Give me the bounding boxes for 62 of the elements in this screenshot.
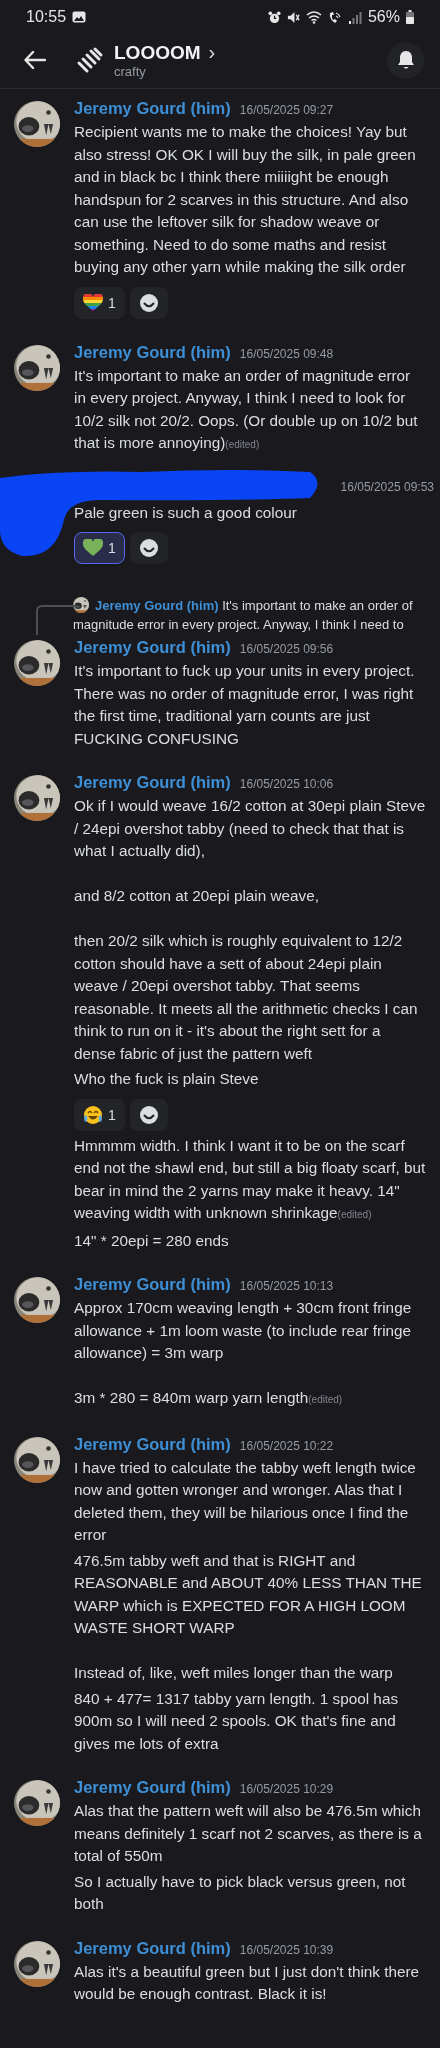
author-name[interactable]: Jeremy Gourd (him) [74,773,231,792]
timestamp: 16/05/2025 09:27 [239,103,334,117]
alarm-icon [267,10,281,24]
channel-title[interactable]: LOOOOM [114,41,201,64]
add-reaction-button[interactable] [129,1098,168,1131]
message-text: It's important to make an order of magnitude error in every project. Anyway, I think I need to look for 10/2 silk not 20/2. Oops. (Or double up on 10/2 but that is more annoying)(edited) [74,365,419,453]
timestamp: 16/05/2025 09:56 [239,642,334,656]
timestamp: 16/05/2025 10:06 [239,777,334,791]
timestamp: 16/05/2025 09:53 [340,479,434,494]
author-name[interactable]: Jeremy Gourd (him) [74,1434,231,1454]
reaction-button[interactable]: 1 [74,286,125,319]
message-text: 14" * 20epi = 280 ends [74,1230,230,1251]
back-arrow-icon [24,51,46,69]
timestamp: 16/05/2025 09:48 [239,346,334,361]
reply-connector [36,605,76,635]
timestamp: 16/05/2025 10:39 [239,1942,334,1957]
message-text: It's important to fuck up your units in every project. There was no order of magnitude error, I was right the first time, traditional yarn counts are just FUCKING CONFUSING [74,661,416,749]
message-text: Who the fuck is plain Steve [74,1069,260,1089]
spring-icon [76,46,104,74]
message-text: Alas it's a beautiful green but I just don't think there would be enough contrast. Black it is! [74,1961,421,2004]
message-text: Recipient wants me to make the choices! Yay but also stress! OK OK I will buy the silk, in pale green and in black bc I think there miiiight be enough handspun for 2 scarves in this structure. And also can use the leftover silk for shadow weave or something. Need to do some maths and resist buying any other yarn while making the silk order [74,122,417,277]
heart-icon [83,539,103,557]
author-name[interactable]: Jeremy Gourd (him) [74,342,231,362]
author-name[interactable]: Jeremy Gourd (him) [74,1778,231,1797]
notification-button[interactable] [387,41,424,79]
message-text: Pale green is such a good colour [74,502,298,523]
battery-percentage: 56% [367,8,400,26]
image-icon [72,11,87,23]
author-name[interactable]: Jeremy Gourd (him) [74,99,231,118]
timestamp: 16/05/2025 10:22 [239,1438,334,1453]
clock-time: 10:55 [26,8,67,26]
rainbow-heart-icon [83,293,103,312]
author-name[interactable]: Jeremy Gourd (him) [74,1938,231,1958]
message-text: Approx 170cm weaving length + 30cm front fringe allowance + 1m loom waste (to include rear fringe allowance) = 3m warp 3m * 280 = 840m warp yarn length(edited) [74,1298,413,1408]
smiley-icon [138,1104,159,1125]
author-name[interactable]: Jeremy Gourd (him) [74,638,231,657]
reaction-button[interactable]: 1 [74,1098,125,1131]
reply-preview[interactable]: Jeremy Gourd (him) It's important to make an order of magnitude error in every project. Anyway, I think I need to [73,596,440,634]
wifi-icon [305,10,322,24]
message-text: 840 + 477= 1317 tabby yarn length. 1 spool has 900m so I will need 2 spools. OK that's fine and gives me lots of extra [74,1688,400,1754]
message-text: Alas that the pattern weft will also be 476.5m which means definitely 1 scarf not 2 scarves, as there is a total of 550m [74,1801,423,1866]
timestamp: 16/05/2025 10:13 [239,1279,334,1293]
message-text: 476.5m tabby weft and that is RIGHT and REASONABLE and ABOUT 40% LESS THAN THE WARP which is EXPECTED FOR A HIGH LOOM WASTE SHORT WARP Instead of, like, weft miles longer than the warp [74,1550,423,1683]
smiley-icon [138,538,159,558]
message-text: Hmmmm width. I think I want it to be on the scarf end not the shawl end, but still a big floaty scarf, but bear in mind the 2 yarns may make it heavy. 14" weaving width with unknown shrinkage(edited) [74,1135,426,1223]
chevron-icon[interactable]: › [208,41,216,64]
author-name[interactable]: Jeremy Gourd (him) [74,1275,231,1294]
mute-icon [286,10,300,24]
reaction-button[interactable]: 1 [74,532,125,564]
laughing-face-icon [83,1104,103,1125]
add-reaction-button[interactable] [129,286,168,319]
message-text: I have tried to calculate the tabby weft length twice now and gotten wronger and wronger. Alas that I deleted them, they will be hilarious once I find the error [74,1457,417,1545]
add-reaction-button[interactable] [129,532,168,564]
message-text: So I actually have to pick black versus green, not both [74,1871,407,1914]
signal-icon [347,10,362,24]
message-text: Ok if I would weave 16/2 cotton at 30epi plain Steve / 24epi overshot tabby (need to check that that is what I actually did), and 8/2 cotton at 20epi plain weave, then 20/2 silk which is roughly equivalent to 12/2 cotton should have a sett of about 24epi plain weave / 20epi overshot tabby. That seems reasonable. It meets all the arithmetic checks I can think to run on it - it's about the right sett for a dense fabric of just the pattern weft [74,796,426,1064]
timestamp: 16/05/2025 10:29 [239,1782,334,1796]
channel-subtitle: crafty [114,64,147,79]
bell-icon [396,50,415,70]
battery-icon [406,10,414,24]
smiley-icon [138,292,159,313]
wifi-calling-icon [327,10,342,24]
